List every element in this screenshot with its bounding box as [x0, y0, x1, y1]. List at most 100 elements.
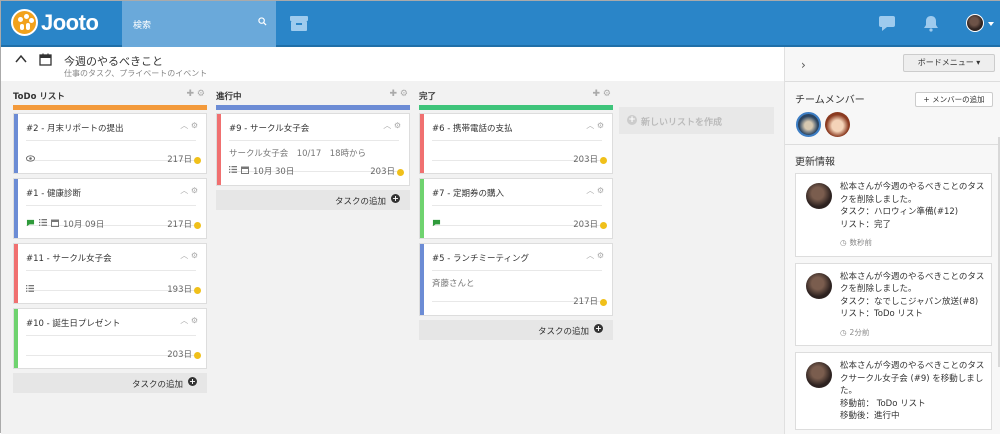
chevron-up-icon[interactable]: ︿ — [180, 186, 188, 195]
gear-icon[interactable]: ⚙ — [400, 89, 408, 99]
plus-icon: + — [627, 115, 637, 125]
status-dot — [194, 287, 201, 294]
archive-box-icon[interactable] — [289, 14, 309, 32]
gear-icon[interactable]: ⚙ — [597, 121, 604, 130]
gear-icon[interactable]: ⚙ — [191, 121, 198, 130]
card-title[interactable]: #6 - 携帯電話の支払 — [432, 122, 513, 134]
add-task-label: タスクの追加 — [131, 380, 183, 390]
add-task-button[interactable]: タスクの追加 + — [216, 190, 410, 210]
chevron-up-icon[interactable]: ︿ — [383, 121, 391, 130]
calendar-icon — [241, 166, 249, 177]
card-due-date: 10月 30日 — [253, 167, 295, 177]
team-member-avatar[interactable] — [796, 112, 821, 137]
chevron-up-icon[interactable]: ︿ — [586, 186, 594, 195]
card-elapsed-days: 203日 — [573, 220, 598, 230]
card-elapsed-days: 193日 — [167, 285, 192, 295]
card-title[interactable]: #2 - 月末リポートの提出 — [26, 122, 124, 134]
task-card[interactable]: #6 - 携帯電話の支払 ︿ ⚙ 203日 — [419, 113, 613, 174]
team-member-avatar[interactable] — [825, 112, 850, 137]
chevron-up-icon[interactable]: ︿ — [586, 251, 594, 260]
gear-icon[interactable]: ⚙ — [191, 251, 198, 260]
search-placeholder: 検索 — [133, 21, 152, 31]
gear-icon[interactable]: ⚙ — [394, 121, 401, 130]
user-avatar[interactable] — [966, 14, 984, 32]
activity-text: 松本さんが今週のやるべきことのタスクを削除しました。 — [840, 182, 985, 205]
list-title[interactable]: 進行中 — [216, 90, 242, 102]
activity-text: リスト：完了 — [840, 219, 892, 230]
user-avatar[interactable] — [806, 272, 832, 299]
user-avatar[interactable] — [806, 183, 832, 209]
list-column: 進行中 ✚ ⚙ #9 - サークル女子会 ︿ ⚙ サークル女子会 10/17 18時から… — [216, 87, 410, 210]
status-dot — [194, 157, 201, 164]
add-task-label: タスクの追加 — [334, 197, 386, 207]
gear-icon[interactable]: ⚙ — [191, 186, 198, 195]
card-divider — [229, 140, 399, 141]
chevron-up-icon[interactable]: ︿ — [586, 121, 594, 130]
chevron-right-icon[interactable]: › — [801, 58, 806, 72]
add-task-button[interactable]: タスクの追加 + — [419, 320, 613, 340]
right-sidebar: › ボードメニュー ▾ チームメンバー + メンバーの追加 更新情報 松本さんが… — [784, 47, 1000, 434]
card-title[interactable]: #11 - サークル女子会 — [26, 252, 112, 264]
gear-icon[interactable]: ⚙ — [191, 316, 198, 325]
chevron-up-icon[interactable]: ︿ — [180, 121, 188, 130]
chat-bubble-icon[interactable] — [878, 14, 896, 32]
card-description: サークル女子会 10/17 18時から — [229, 149, 367, 159]
card-due-date: 10月 09日 — [63, 220, 105, 230]
board-area: 今週のやるべきこと 仕事のタスク、プライベートのイベント ToDo リスト ✚ ⚙… — [1, 47, 784, 434]
gear-icon[interactable]: ⚙ — [197, 89, 205, 99]
chevron-up-icon[interactable]: ︿ — [180, 316, 188, 325]
card-divider — [432, 270, 602, 271]
add-task-button[interactable]: タスクの追加 + — [13, 373, 207, 393]
card-title[interactable]: #10 - 誕生日プレゼント — [26, 317, 120, 329]
user-avatar[interactable] — [806, 362, 832, 388]
card-meta: 10月 30日 — [229, 165, 294, 177]
card-divider — [26, 140, 196, 141]
search-box[interactable]: 検索 — [122, 1, 276, 47]
list-title[interactable]: 完了 — [419, 90, 436, 102]
card-color-stripe — [14, 179, 18, 238]
task-card[interactable]: #10 - 誕生日プレゼント ︿ ⚙ 203日 — [13, 308, 207, 369]
card-title[interactable]: #9 - サークル女子会 — [229, 122, 309, 134]
chevron-up-icon[interactable]: ︿ — [180, 251, 188, 260]
card-divider — [26, 270, 196, 271]
add-member-button[interactable]: + メンバーの追加 — [915, 92, 993, 107]
status-dot — [600, 299, 607, 306]
activity-text: 移動後：進行中 — [840, 411, 900, 421]
gear-icon[interactable]: ⚙ — [603, 89, 611, 99]
card-title[interactable]: #1 - 健康診断 — [26, 187, 81, 199]
list-title[interactable]: ToDo リスト — [13, 90, 65, 102]
list-header: 完了 ✚ ⚙ — [419, 87, 613, 105]
clock-icon: ◷ — [840, 238, 847, 247]
board-title[interactable]: 今週のやるべきこと — [64, 53, 163, 69]
user-menu-caret-icon[interactable] — [988, 22, 994, 26]
bell-icon[interactable] — [922, 14, 940, 32]
card-elapsed-days: 203日 — [370, 167, 395, 177]
new-list-button[interactable]: + 新しいリストを作成 — [619, 107, 774, 134]
team-members-title: チームメンバー — [795, 95, 865, 106]
card-color-stripe — [14, 309, 18, 368]
card-title[interactable]: #5 - ランチミーティング — [432, 252, 529, 264]
activity-text: タスク：なでしこジャパン放送(#8) — [840, 296, 979, 307]
gear-icon[interactable]: ⚙ — [597, 186, 604, 195]
board-header: 今週のやるべきこと 仕事のタスク、プライベートのイベント — [1, 47, 784, 81]
list-icon — [229, 166, 237, 176]
task-card[interactable]: #7 - 定期券の購入 ︿ ⚙ 203日 — [419, 178, 613, 239]
card-color-stripe — [420, 114, 424, 173]
card-color-stripe — [14, 244, 18, 303]
card-divider — [26, 335, 196, 336]
add-task-plus-icon[interactable]: ✚ — [593, 89, 601, 99]
add-task-plus-icon[interactable]: ✚ — [390, 89, 398, 99]
status-dot — [600, 222, 607, 229]
task-card[interactable]: #9 - サークル女子会 ︿ ⚙ サークル女子会 10/17 18時から 10月 30… — [216, 113, 410, 186]
task-card[interactable]: #1 - 健康診断 ︿ ⚙ 10月 09日 217日 — [13, 178, 207, 239]
card-title[interactable]: #7 - 定期券の購入 — [432, 187, 504, 199]
jooto-logo[interactable]: Jooto — [11, 9, 99, 36]
add-task-plus-icon[interactable]: ✚ — [187, 89, 195, 99]
board-menu-button[interactable]: ボードメニュー ▾ — [903, 54, 995, 72]
gear-icon[interactable]: ⚙ — [597, 251, 604, 260]
task-card[interactable]: #5 - ランチミーティング ︿ ⚙ 斉藤さんと 217日 — [419, 243, 613, 316]
search-icon[interactable] — [258, 17, 267, 26]
chevron-up-icon[interactable] — [15, 54, 27, 64]
task-card[interactable]: #11 - サークル女子会 ︿ ⚙ 193日 — [13, 243, 207, 304]
task-card[interactable]: #2 - 月末リポートの提出 ︿ ⚙ 217日 — [13, 113, 207, 174]
